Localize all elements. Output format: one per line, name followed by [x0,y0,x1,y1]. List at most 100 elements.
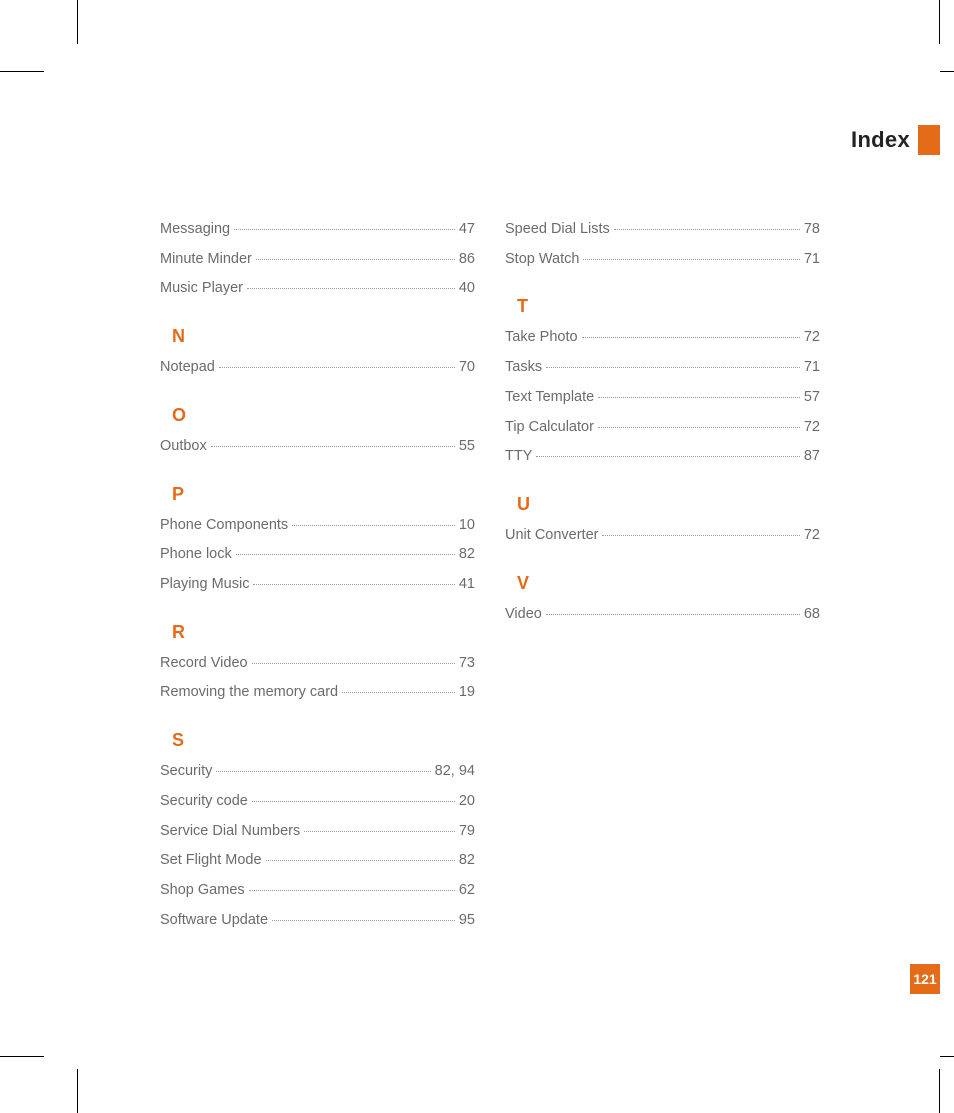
index-entry: Set Flight Mode82 [160,846,475,876]
index-entry-label: Stop Watch [505,245,579,275]
leader-dots [536,456,799,457]
index-entry: Video 68 [505,600,820,630]
index-entry: Phone Components 10 [160,511,475,541]
leader-dots [546,614,800,615]
page-title: Index [851,127,910,153]
section-letter: N [172,326,475,347]
index-entry-pages: 55 [459,432,475,462]
running-header: Index [78,125,940,155]
leader-dots [583,259,799,260]
index-entry-pages: 47 [459,215,475,245]
index-entry-label: Notepad [160,353,215,383]
index-entry-pages: 82, 94 [435,757,475,787]
leader-dots [602,535,799,536]
index-entry: Record Video 73 [160,649,475,679]
section-letter: R [172,622,475,643]
index-entry-label: Video [505,600,542,630]
section-letter: T [517,296,820,317]
index-entry-pages: 40 [459,274,475,304]
leader-dots [247,288,455,289]
index-entry-label: Software Update [160,906,268,936]
leader-dots [216,771,430,772]
index-entry-label: Speed Dial Lists [505,215,610,245]
index-entry-pages: 10 [459,511,475,541]
leader-dots [292,525,455,526]
index-entry-label: Take Photo [505,323,578,353]
leader-dots [234,229,455,230]
index-entry: TTY87 [505,442,820,472]
index-entry-label: Unit Converter [505,521,598,551]
index-entry: Unit Converter72 [505,521,820,551]
index-entry: Security 82, 94 [160,757,475,787]
index-entry-pages: 86 [459,245,475,275]
page-number-badge: 121 [910,964,940,994]
index-entry-pages: 68 [804,600,820,630]
index-entry: Take Photo 72 [505,323,820,353]
leader-dots [236,554,455,555]
index-entry: Security code20 [160,787,475,817]
section-letter: V [517,573,820,594]
crop-mark [77,0,78,44]
section-letter: U [517,494,820,515]
index-entry-pages: 72 [804,323,820,353]
crop-mark [939,0,940,44]
index-entry-label: Record Video [160,649,248,679]
index-entry-label: Tasks [505,353,542,383]
leader-dots [266,860,455,861]
index-entry-label: Shop Games [160,876,245,906]
index-entry-label: Set Flight Mode [160,846,262,876]
accent-bar-icon [918,125,940,155]
index-entry-pages: 82 [459,540,475,570]
index-entry: Music Player 40 [160,274,475,304]
index-entry-pages: 72 [804,413,820,443]
leader-dots [582,337,800,338]
index-entry-pages: 57 [804,383,820,413]
crop-mark [0,1056,44,1057]
leader-dots [252,801,455,802]
index-entry-pages: 41 [459,570,475,600]
index-entry-pages: 73 [459,649,475,679]
leader-dots [249,890,455,891]
index-entry: Stop Watch71 [505,245,820,275]
index-entry-label: Phone lock [160,540,232,570]
index-entry-label: Minute Minder [160,245,252,275]
leader-dots [342,692,455,693]
index-column-left: Messaging47Minute Minder 86 Music Player 40… [160,215,475,936]
crop-mark [940,71,954,72]
index-entry-pages: 79 [459,817,475,847]
leader-dots [256,259,455,260]
section-letter: O [172,405,475,426]
leader-dots [304,831,455,832]
leader-dots [598,397,800,398]
index-entry: Speed Dial Lists78 [505,215,820,245]
leader-dots [219,367,455,368]
index-entry: Removing the memory card19 [160,678,475,708]
index-entry-pages: 20 [459,787,475,817]
index-entry: Software Update 95 [160,906,475,936]
leader-dots [211,446,455,447]
index-entry: Messaging47 [160,215,475,245]
index-entry-label: Security [160,757,212,787]
index-entry: Phone lock 82 [160,540,475,570]
section-letter: S [172,730,475,751]
index-entry-label: Text Template [505,383,594,413]
leader-dots [252,663,455,664]
index-entry-pages: 70 [459,353,475,383]
index-content: Messaging47Minute Minder 86 Music Player 40… [160,215,820,936]
index-entry-label: Service Dial Numbers [160,817,300,847]
index-column-right: Speed Dial Lists78Stop Watch71 T Take Phot… [505,215,820,936]
index-entry: Playing Music41 [160,570,475,600]
index-entry-label: Tip Calculator [505,413,594,443]
index-entry-label: Music Player [160,274,243,304]
leader-dots [614,229,800,230]
manual-index-page: Index Messaging47Minute Minder86Music Pl… [0,0,954,1113]
crop-mark [77,1069,78,1113]
index-entry-pages: 95 [459,906,475,936]
index-entry: Tip Calculator 72 [505,413,820,443]
index-entry-label: Phone Components [160,511,288,541]
index-entry-pages: 87 [804,442,820,472]
index-entry: Text Template 57 [505,383,820,413]
page-number: 121 [913,971,936,987]
leader-dots [253,584,454,585]
index-entry: Notepad 70 [160,353,475,383]
